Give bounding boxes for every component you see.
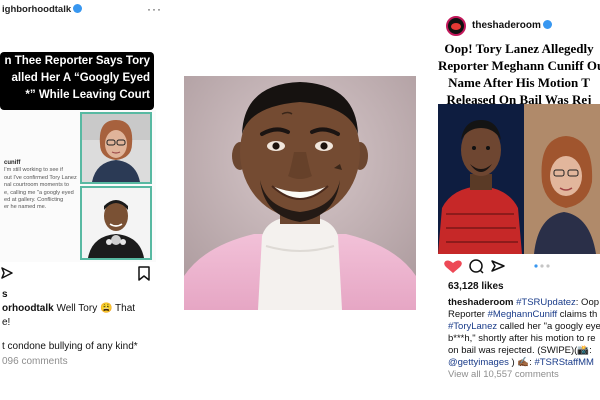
headline-line-2: Reporter Meghann Cuniff Ou (438, 58, 600, 73)
right-post-image-illustration (438, 104, 600, 254)
left-post-username-row[interactable]: ighborhoodtalk (2, 4, 83, 15)
mention-link[interactable]: @gettyimages (448, 357, 509, 368)
like-heart-icon[interactable] (444, 260, 462, 273)
right-post-username-row[interactable]: theshaderoom (472, 20, 552, 31)
caption-line-1: theshaderoom #TSRUpdatez: Oop (448, 297, 599, 308)
theshaderoom-avatar[interactable] (446, 16, 466, 36)
right-instagram-post: theshaderoom Oop! Tory Lanez Allegedly R… (438, 0, 600, 400)
right-post-headline: Oop! Tory Lanez Allegedly Reporter Megha… (438, 40, 600, 108)
tweet-line: nal courtroom moments to (4, 182, 69, 189)
caption-text: Well Tory 😩 That (53, 303, 136, 314)
right-post-view-comments[interactable]: View all 10,557 comments (448, 369, 559, 380)
caption-line-3: t condone bullying of any kind* (2, 341, 138, 352)
right-post-likes[interactable]: 63,128 likes (448, 281, 504, 292)
left-post-view-comments[interactable]: 096 comments (2, 356, 68, 367)
left-post-action-bar (0, 265, 156, 283)
tweet-line: er he named me. (4, 204, 47, 211)
hashtag-link[interactable]: #ToryLanez (448, 321, 497, 332)
caption-text: Reporter (448, 309, 488, 320)
bookmark-icon[interactable] (138, 266, 150, 281)
banner-line-3: *” While Leaving Court (25, 89, 150, 101)
left-post-headline-banner: n Thee Reporter Says Tory alled Her A “G… (0, 52, 154, 110)
right-post-action-bar (438, 258, 600, 276)
reporter-photo (80, 112, 152, 184)
caption-line-6: @gettyimages ) ✍🏾: #TSRStaffMM (448, 357, 594, 368)
caption-text: called her "a googly eye (497, 321, 600, 332)
right-post-image[interactable] (438, 104, 600, 254)
caption-line-3: #ToryLanez called her "a googly eye (448, 321, 600, 332)
comment-icon[interactable] (469, 259, 484, 274)
embedded-tweet: cuniff I'm still working to see if out I… (4, 160, 84, 212)
tory-lanez-photo (80, 186, 152, 260)
share-icon[interactable] (1, 267, 13, 279)
left-post-action-icons (1, 266, 150, 281)
hashtag-link[interactable]: #TSRStaffMM (534, 357, 593, 368)
headline-line-1: Oop! Tory Lanez Allegedly (444, 41, 594, 56)
caption-line-2: e! (2, 317, 11, 328)
tory-lanez-photo-illustration (82, 188, 150, 258)
banner-line-1: n Thee Reporter Says Tory (4, 55, 151, 67)
reporter-photo-illustration (82, 114, 150, 182)
headline-line-3: Name After His Motion T (448, 75, 590, 90)
caption-username[interactable]: theshaderoom (448, 297, 513, 308)
caption-line-4: b***h," shortly after his motion to re (448, 333, 596, 344)
banner-line-2: alled Her A “Googly Eyed (11, 72, 150, 84)
carousel-dots (534, 264, 550, 268)
hashtag-link[interactable]: #TSRUpdatez (513, 297, 576, 308)
caption-text: ) ✍🏾: (508, 357, 535, 368)
tweet-line: I'm still working to see if (4, 167, 63, 174)
center-portrait-photo (184, 76, 416, 310)
caption-text: : Oop (575, 297, 600, 308)
tweet-line: out I've confirmed Tory Lanez (4, 174, 77, 181)
caption-text: claims th (557, 309, 598, 320)
left-post-username[interactable]: ighborhoodtalk (2, 4, 71, 15)
right-post-username[interactable]: theshaderoom (472, 20, 541, 31)
left-post-caption: orhoodtalk Well Tory 😩 That (2, 303, 135, 314)
caption-line-5: on bail was rejected. (SWIPE)(📸: (448, 345, 592, 356)
verified-badge-icon (542, 20, 552, 29)
left-post-likes[interactable]: s (2, 289, 8, 300)
caption-line-2: Reporter #MeghannCuniff claims th (448, 309, 597, 320)
tweet-line: ed at gallery. Conflicting (4, 197, 64, 204)
portrait-illustration (184, 76, 416, 310)
right-post-action-icons (444, 259, 550, 274)
caption-username[interactable]: orhoodtalk (2, 303, 54, 314)
share-icon[interactable] (491, 260, 505, 272)
left-instagram-post: ighborhoodtalk ··· n Thee Reporter Says … (0, 0, 160, 400)
verified-badge-icon (73, 4, 83, 13)
more-options-icon[interactable]: ··· (147, 2, 160, 16)
hashtag-link[interactable]: #MeghannCuniff (488, 309, 558, 320)
tweet-line: e, calling me "a googly eyed (4, 189, 74, 196)
tweet-author: cuniff (4, 160, 21, 166)
